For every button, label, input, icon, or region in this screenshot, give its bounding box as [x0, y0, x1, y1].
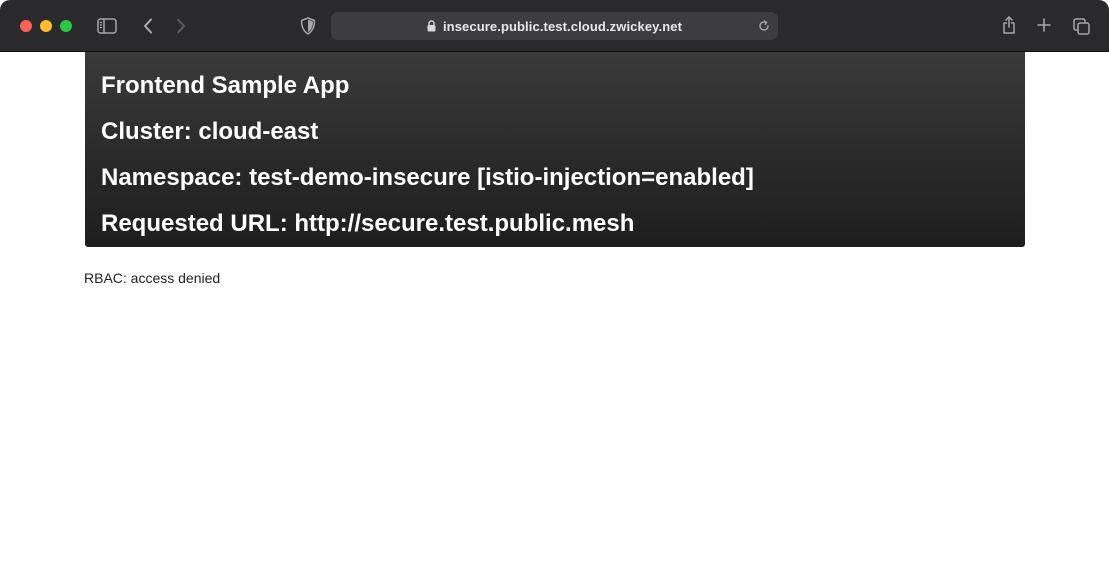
chevron-left-icon[interactable]	[139, 16, 157, 36]
share-icon[interactable]	[999, 14, 1019, 36]
cluster-label: Cluster: cloud-east	[101, 118, 319, 145]
shield-icon[interactable]	[298, 16, 318, 36]
sidebar-icon[interactable]	[96, 17, 118, 35]
browser-toolbar: insecure.public.test.cloud.zwickey.net	[0, 0, 1109, 52]
plus-icon[interactable]	[1035, 16, 1053, 34]
namespace-label: Namespace: test-demo-insecure [istio-inj…	[101, 164, 754, 191]
window-maximize-button[interactable]	[60, 20, 72, 32]
url-text[interactable]: insecure.public.test.cloud.zwickey.net	[443, 19, 682, 34]
app-header: Frontend Sample App Cluster: cloud-east …	[85, 52, 1025, 247]
web-page: Frontend Sample App Cluster: cloud-east …	[0, 52, 1109, 567]
chevron-right-icon[interactable]	[172, 16, 190, 36]
reload-icon[interactable]	[757, 19, 771, 33]
tabs-icon[interactable]	[1071, 16, 1091, 36]
address-bar[interactable]: insecure.public.test.cloud.zwickey.net	[331, 12, 778, 40]
requested-url-label: Requested URL: http://secure.test.public…	[101, 210, 635, 237]
app-title: Frontend Sample App	[101, 72, 350, 99]
response-status-text: RBAC: access denied	[84, 270, 221, 286]
window-minimize-button[interactable]	[40, 20, 52, 32]
lock-icon	[427, 19, 436, 32]
window-close-button[interactable]	[20, 20, 32, 32]
browser-window: insecure.public.test.cloud.zwickey.net F…	[0, 0, 1109, 567]
